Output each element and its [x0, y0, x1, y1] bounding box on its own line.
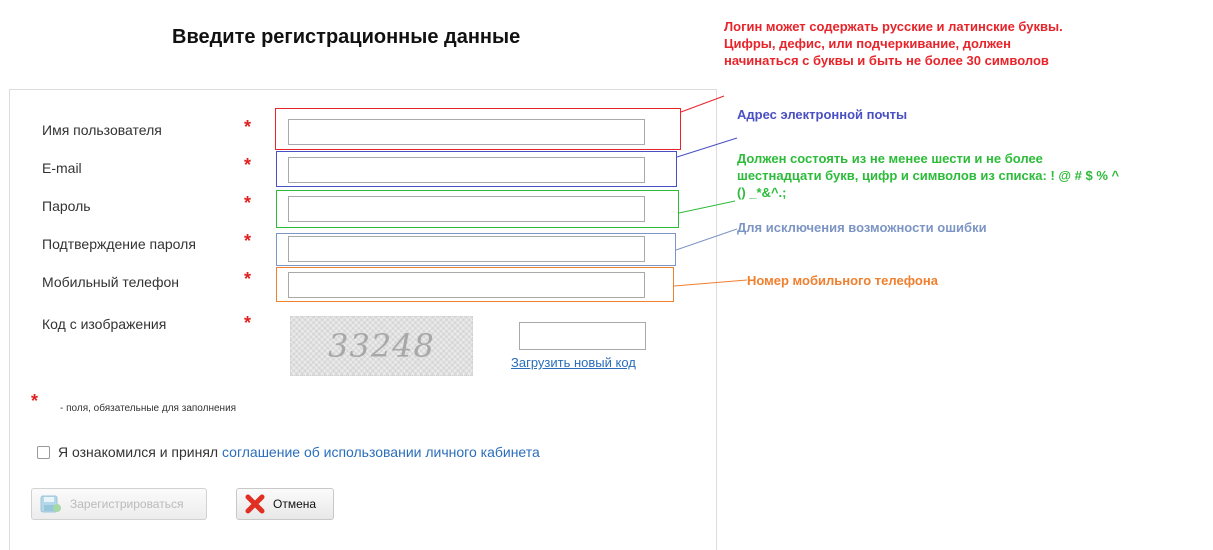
annotation-line: Должен состоять из не менее шести и не б… [737, 151, 1043, 166]
annotation-line: начинаться с буквы и быть не более 30 си… [724, 53, 1049, 68]
annotation-connector-lines [673, 95, 748, 287]
annotation-line: () _*&^.; [737, 185, 787, 200]
login-annotation: Логин может содержать русские и латински… [724, 18, 1063, 69]
confirm-annotation: Для исключения возможности ошибки [737, 220, 987, 235]
annotation-line: шестнадцати букв, цифр и символов из спи… [737, 168, 1120, 183]
email-annotation: Адрес электронной почты [737, 107, 908, 122]
annotation-line: Логин может содержать русские и латински… [724, 19, 1063, 34]
password-annotation: Должен состоять из не менее шести и не б… [737, 150, 1119, 201]
annotation-line: Цифры, дефис, или подчеркивание, должен [724, 36, 1011, 51]
phone-annotation: Номер мобильного телефона [747, 273, 938, 288]
